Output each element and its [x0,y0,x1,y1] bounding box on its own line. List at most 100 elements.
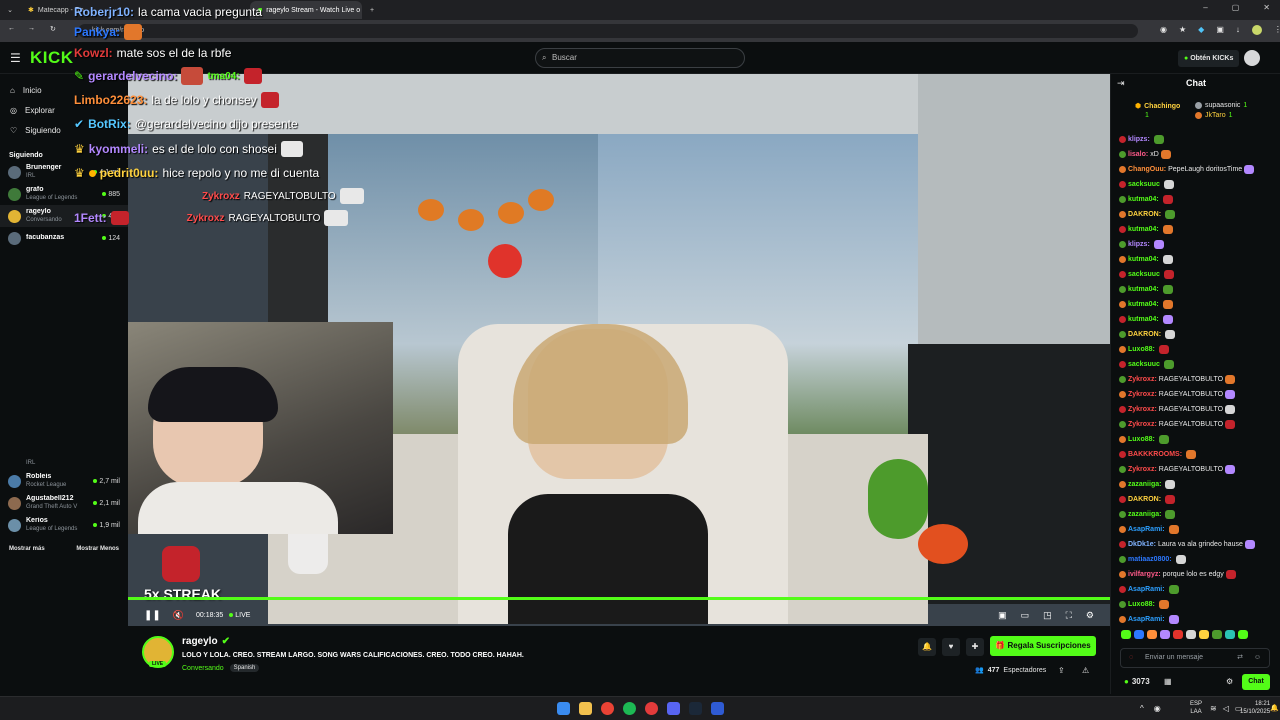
bookmark-star-icon[interactable]: ★ [1179,25,1186,35]
chat-message[interactable]: Zykroxz: RAGEYALTOBULTO [1119,402,1279,417]
chat-username[interactable]: zazaniiga: [1128,477,1161,492]
clock[interactable]: 18:21 15/10/2025 [1240,700,1270,716]
channel-kerios[interactable]: Kerios League of Legends 1,9 mil [0,514,128,536]
chat-username[interactable]: sacksuuc [1128,357,1160,372]
chat-message[interactable]: sacksuuc [1119,267,1279,282]
chat-username[interactable]: AsapRami: [1128,582,1165,597]
minimize-icon[interactable]: – [1203,3,1207,12]
tray-icon[interactable]: ◉ [1154,704,1161,713]
kicks-gift-icon[interactable]: ⇄ [1237,649,1243,667]
send-chat-button[interactable]: Chat [1242,674,1270,690]
store-icon[interactable]: ▦ [1164,677,1172,686]
gift-icon[interactable]: ✚ [966,638,984,656]
report-icon[interactable]: ⚠ [1082,666,1089,675]
kicks-balance[interactable]: ● 3073 [1124,677,1150,686]
mute-icon[interactable]: 🔇 [173,610,184,621]
chat-message[interactable]: DkDk1e: Laura va ala grindeo hause [1119,537,1279,552]
stream-progress-bar[interactable] [128,597,1110,600]
language-indicator[interactable]: ESP LAA [1190,700,1202,716]
chat-message[interactable]: klipzs: [1119,132,1279,147]
menu-dots-icon[interactable]: ⋮ [1274,25,1280,35]
chat-username[interactable]: AsapRami: [1128,522,1165,537]
discord-icon[interactable] [667,702,680,715]
eye-icon[interactable]: ◉ [1160,25,1167,35]
chat-message[interactable]: matiaaz0800: [1119,552,1279,567]
chat-username[interactable]: DkDk1e: [1128,537,1156,552]
chat-message[interactable]: DAKRON: [1119,492,1279,507]
show-more-link[interactable]: Mostrar más [9,546,45,552]
chat-message[interactable]: kutma04: [1119,192,1279,207]
chat-username[interactable]: kutma04: [1128,282,1159,297]
chat-username[interactable]: ivilfargyz: [1128,567,1161,582]
chat-username[interactable]: Zykroxz: [1128,417,1157,432]
chat-message[interactable]: kutma04: [1119,252,1279,267]
chat-message[interactable]: zazaniiga: [1119,507,1279,522]
chat-username[interactable]: DAKRON: [1128,327,1161,342]
chat-username[interactable]: kutma04: [1128,222,1159,237]
chat-message-input[interactable]: ◌ Enviar un mensaje ⇄ ☺ [1120,648,1270,668]
chat-message[interactable]: sacksuuc [1119,177,1279,192]
forward-icon[interactable]: → [28,25,35,32]
chat-username[interactable]: ChangOuu: [1128,162,1166,177]
chat-message[interactable]: kutma04: [1119,282,1279,297]
app-icon[interactable] [711,702,724,715]
chat-username[interactable]: sacksuuc [1128,177,1160,192]
chat-username[interactable]: AsapRami: [1128,612,1165,627]
chat-username[interactable]: kutma04: [1128,252,1159,267]
chat-username[interactable]: kutma04: [1128,192,1159,207]
notification-icon[interactable]: 🔔 [1270,704,1279,712]
extension-icon[interactable]: ◆ [1198,25,1204,35]
chat-message[interactable]: Zykroxz: RAGEYALTOBULTO [1119,417,1279,432]
puzzle-icon[interactable]: ▣ [1216,25,1224,35]
chat-message[interactable]: kutma04: [1119,222,1279,237]
chat-message[interactable]: Zykroxz: RAGEYALTOBULTO [1119,387,1279,402]
chat-username[interactable]: matiaaz0800: [1128,552,1172,567]
tab-list-button[interactable]: ⌄ [0,1,20,19]
chat-username[interactable]: Zykroxz: [1128,387,1157,402]
chat-username[interactable]: zazaniiga: [1128,507,1161,522]
chat-message[interactable]: ivilfargyz: porque lolo es edgy [1119,567,1279,582]
chat-message-list[interactable]: klipzs: lisalo: xD ChangOuu: PepeLaugh dorit… [1119,132,1279,627]
settings-gear-icon[interactable]: ⚙ [1086,610,1094,621]
wifi-icon[interactable]: ≋ [1210,704,1217,713]
notification-bell-icon[interactable]: 🔔 [918,638,936,656]
chat-message[interactable]: AsapRami: [1119,582,1279,597]
file-explorer-icon[interactable] [579,702,592,715]
steam-icon[interactable] [689,702,702,715]
hamburger-menu-icon[interactable]: ☰ [10,51,21,65]
pip-icon[interactable]: ◳ [1043,610,1052,621]
fullscreen-icon[interactable]: ⛶ [1066,610,1072,621]
volume-icon[interactable]: ◁ [1223,704,1229,713]
chat-message[interactable]: Luxo88: [1119,597,1279,612]
channel-agustabell[interactable]: Agustabell212 Grand Theft Auto V 2,1 mil [0,492,128,514]
channel-facubanzas[interactable]: facubanzas 124 [0,227,128,249]
maximize-icon[interactable]: ▢ [1232,3,1240,12]
chat-settings-icon[interactable]: ⚙ [1226,677,1233,686]
windows-start-icon[interactable] [557,702,570,715]
channel-robleis[interactable]: Robleis Rocket League 2,7 mil [0,470,128,492]
chat-username[interactable]: Luxo88: [1128,597,1155,612]
chat-message[interactable]: DAKRON: [1119,327,1279,342]
emote-bar[interactable] [1121,630,1271,644]
close-window-icon[interactable]: ✕ [1263,3,1270,12]
get-kicks-button[interactable]: ● Obtén KICKs [1178,50,1240,67]
chat-username[interactable]: DAKRON: [1128,207,1161,222]
pause-icon[interactable]: ❚❚ [144,610,161,621]
chat-message[interactable]: kutma04: [1119,297,1279,312]
chat-message[interactable]: klipzs: [1119,237,1279,252]
category-link[interactable]: Conversando [182,665,224,672]
chat-username[interactable]: BAKKKROOMS: [1128,447,1182,462]
chat-username[interactable]: klipzs: [1128,237,1150,252]
show-less-link[interactable]: Mostrar Menos [76,546,119,552]
chat-username[interactable]: kutma04: [1128,312,1159,327]
chat-message[interactable]: Zykroxz: RAGEYALTOBULTO [1119,372,1279,387]
chat-message[interactable]: ChangOuu: PepeLaugh doritosTime [1119,162,1279,177]
chat-message[interactable]: sacksuuc [1119,357,1279,372]
chat-username[interactable]: Zykroxz: [1128,462,1157,477]
recording-app-icon[interactable] [645,702,658,715]
chat-message[interactable]: Luxo88: [1119,342,1279,357]
chat-username[interactable]: lisalo: [1128,147,1148,162]
chat-message[interactable]: AsapRami: [1119,522,1279,537]
chat-username[interactable]: klipzs: [1128,132,1150,147]
chat-message[interactable]: kutma04: [1119,312,1279,327]
